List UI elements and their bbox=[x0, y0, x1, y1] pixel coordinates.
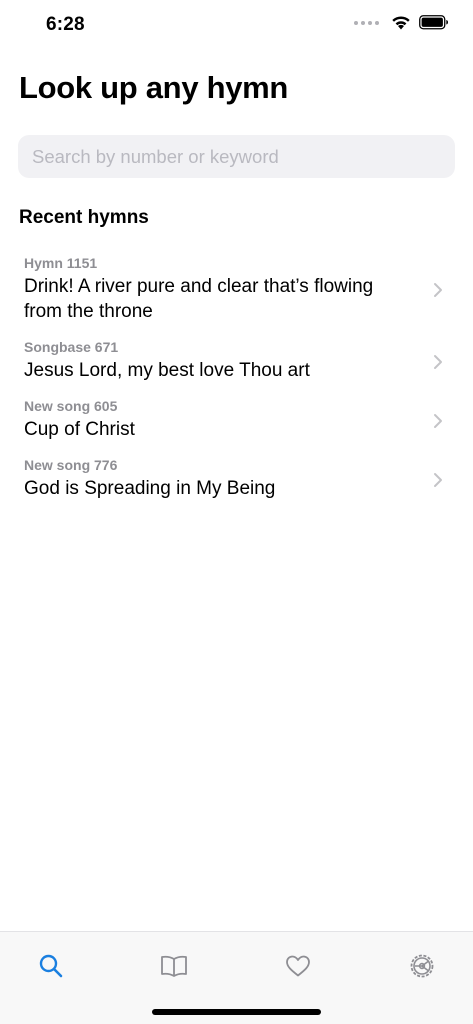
tab-search[interactable] bbox=[35, 950, 67, 982]
list-item[interactable]: Hymn 1151 Drink! A river pure and clear … bbox=[0, 248, 473, 332]
status-indicators bbox=[354, 15, 449, 30]
hymn-number: Hymn 1151 bbox=[24, 255, 98, 271]
list-item[interactable]: New song 605 Cup of Christ bbox=[0, 391, 473, 450]
chevron-right-icon bbox=[434, 354, 442, 369]
book-icon bbox=[161, 955, 187, 977]
search-input[interactable] bbox=[18, 135, 455, 178]
hymn-number: Songbase 671 bbox=[24, 339, 119, 355]
tab-settings[interactable] bbox=[406, 950, 438, 982]
search-field[interactable] bbox=[18, 135, 455, 178]
home-indicator[interactable] bbox=[152, 1009, 321, 1015]
chevron-right-icon bbox=[434, 472, 442, 487]
list-item[interactable]: New song 776 God is Spreading in My Bein… bbox=[0, 450, 473, 509]
battery-icon bbox=[419, 15, 448, 30]
hymn-title: God is Spreading in My Being bbox=[24, 478, 276, 499]
status-bar: 6:28 bbox=[0, 0, 473, 50]
hymn-number: New song 605 bbox=[24, 398, 118, 414]
recent-hymns-list: Hymn 1151 Drink! A river pure and clear … bbox=[0, 248, 473, 509]
chevron-right-icon bbox=[434, 413, 442, 428]
page-title: Look up any hymn bbox=[19, 70, 289, 105]
hymn-title: Cup of Christ bbox=[24, 419, 135, 440]
recent-hymns-heading: Recent hymns bbox=[19, 207, 149, 228]
hymn-title: Jesus Lord, my best love Thou art bbox=[24, 360, 310, 381]
screen: 6:28 Look up any hymn Recent hymns Hymn … bbox=[0, 0, 473, 1024]
cellular-signal-icon bbox=[354, 20, 379, 25]
list-item[interactable]: Songbase 671 Jesus Lord, my best love Th… bbox=[0, 332, 473, 391]
hymn-title: Drink! A river pure and clear that’s flo… bbox=[24, 276, 374, 322]
hymn-number: New song 776 bbox=[24, 457, 118, 473]
heart-icon bbox=[286, 955, 310, 977]
tab-favorites[interactable] bbox=[282, 950, 314, 982]
gear-icon bbox=[410, 954, 434, 978]
chevron-right-icon bbox=[434, 283, 442, 297]
tab-hymnal[interactable] bbox=[158, 950, 190, 982]
search-icon bbox=[39, 954, 63, 978]
status-time: 6:28 bbox=[46, 14, 85, 35]
wifi-icon bbox=[392, 16, 410, 30]
